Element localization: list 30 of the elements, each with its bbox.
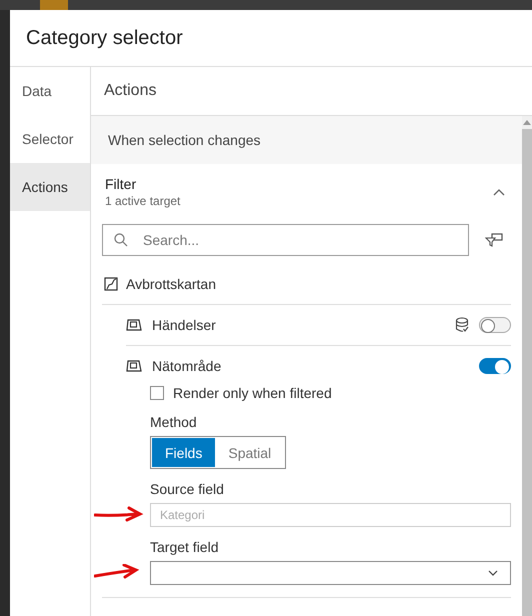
field-label: Source field [150, 481, 225, 497]
method-label: Method [150, 414, 198, 430]
scrollbar[interactable] [522, 116, 532, 616]
map-name: Avbrottskartan [126, 276, 216, 292]
dialog-title: Category selector [26, 26, 183, 50]
database-icon [455, 317, 469, 333]
method-option[interactable]: Fields [152, 438, 216, 467]
search-icon [114, 233, 128, 247]
map-icon [104, 277, 118, 291]
nav-tab[interactable]: Actions [10, 163, 90, 211]
toggle-switch[interactable] [479, 317, 511, 333]
panel-title: Actions [104, 82, 156, 100]
checkbox-label: Render only when filtered [173, 385, 332, 401]
filter-subtitle: 1 active target [105, 194, 182, 208]
annotation-arrow [94, 564, 140, 580]
layer-icon [126, 318, 142, 332]
layer-name: Händelser [152, 317, 217, 333]
annotation-arrow [94, 506, 144, 522]
field-label: Target field [150, 539, 220, 555]
target-field-dropdown[interactable] [150, 561, 511, 585]
filter-title: Filter [105, 176, 138, 192]
search-field[interactable]: Search... [102, 224, 469, 256]
toggle-switch[interactable] [479, 358, 511, 374]
collapse-icon[interactable] [493, 188, 505, 196]
caret-icon [488, 570, 498, 576]
checkbox[interactable] [150, 386, 164, 400]
filter-list-icon[interactable] [485, 232, 503, 248]
layer-name: Nätområde [152, 358, 222, 374]
layer-icon [126, 359, 142, 373]
section-title: When selection changes [108, 132, 261, 148]
